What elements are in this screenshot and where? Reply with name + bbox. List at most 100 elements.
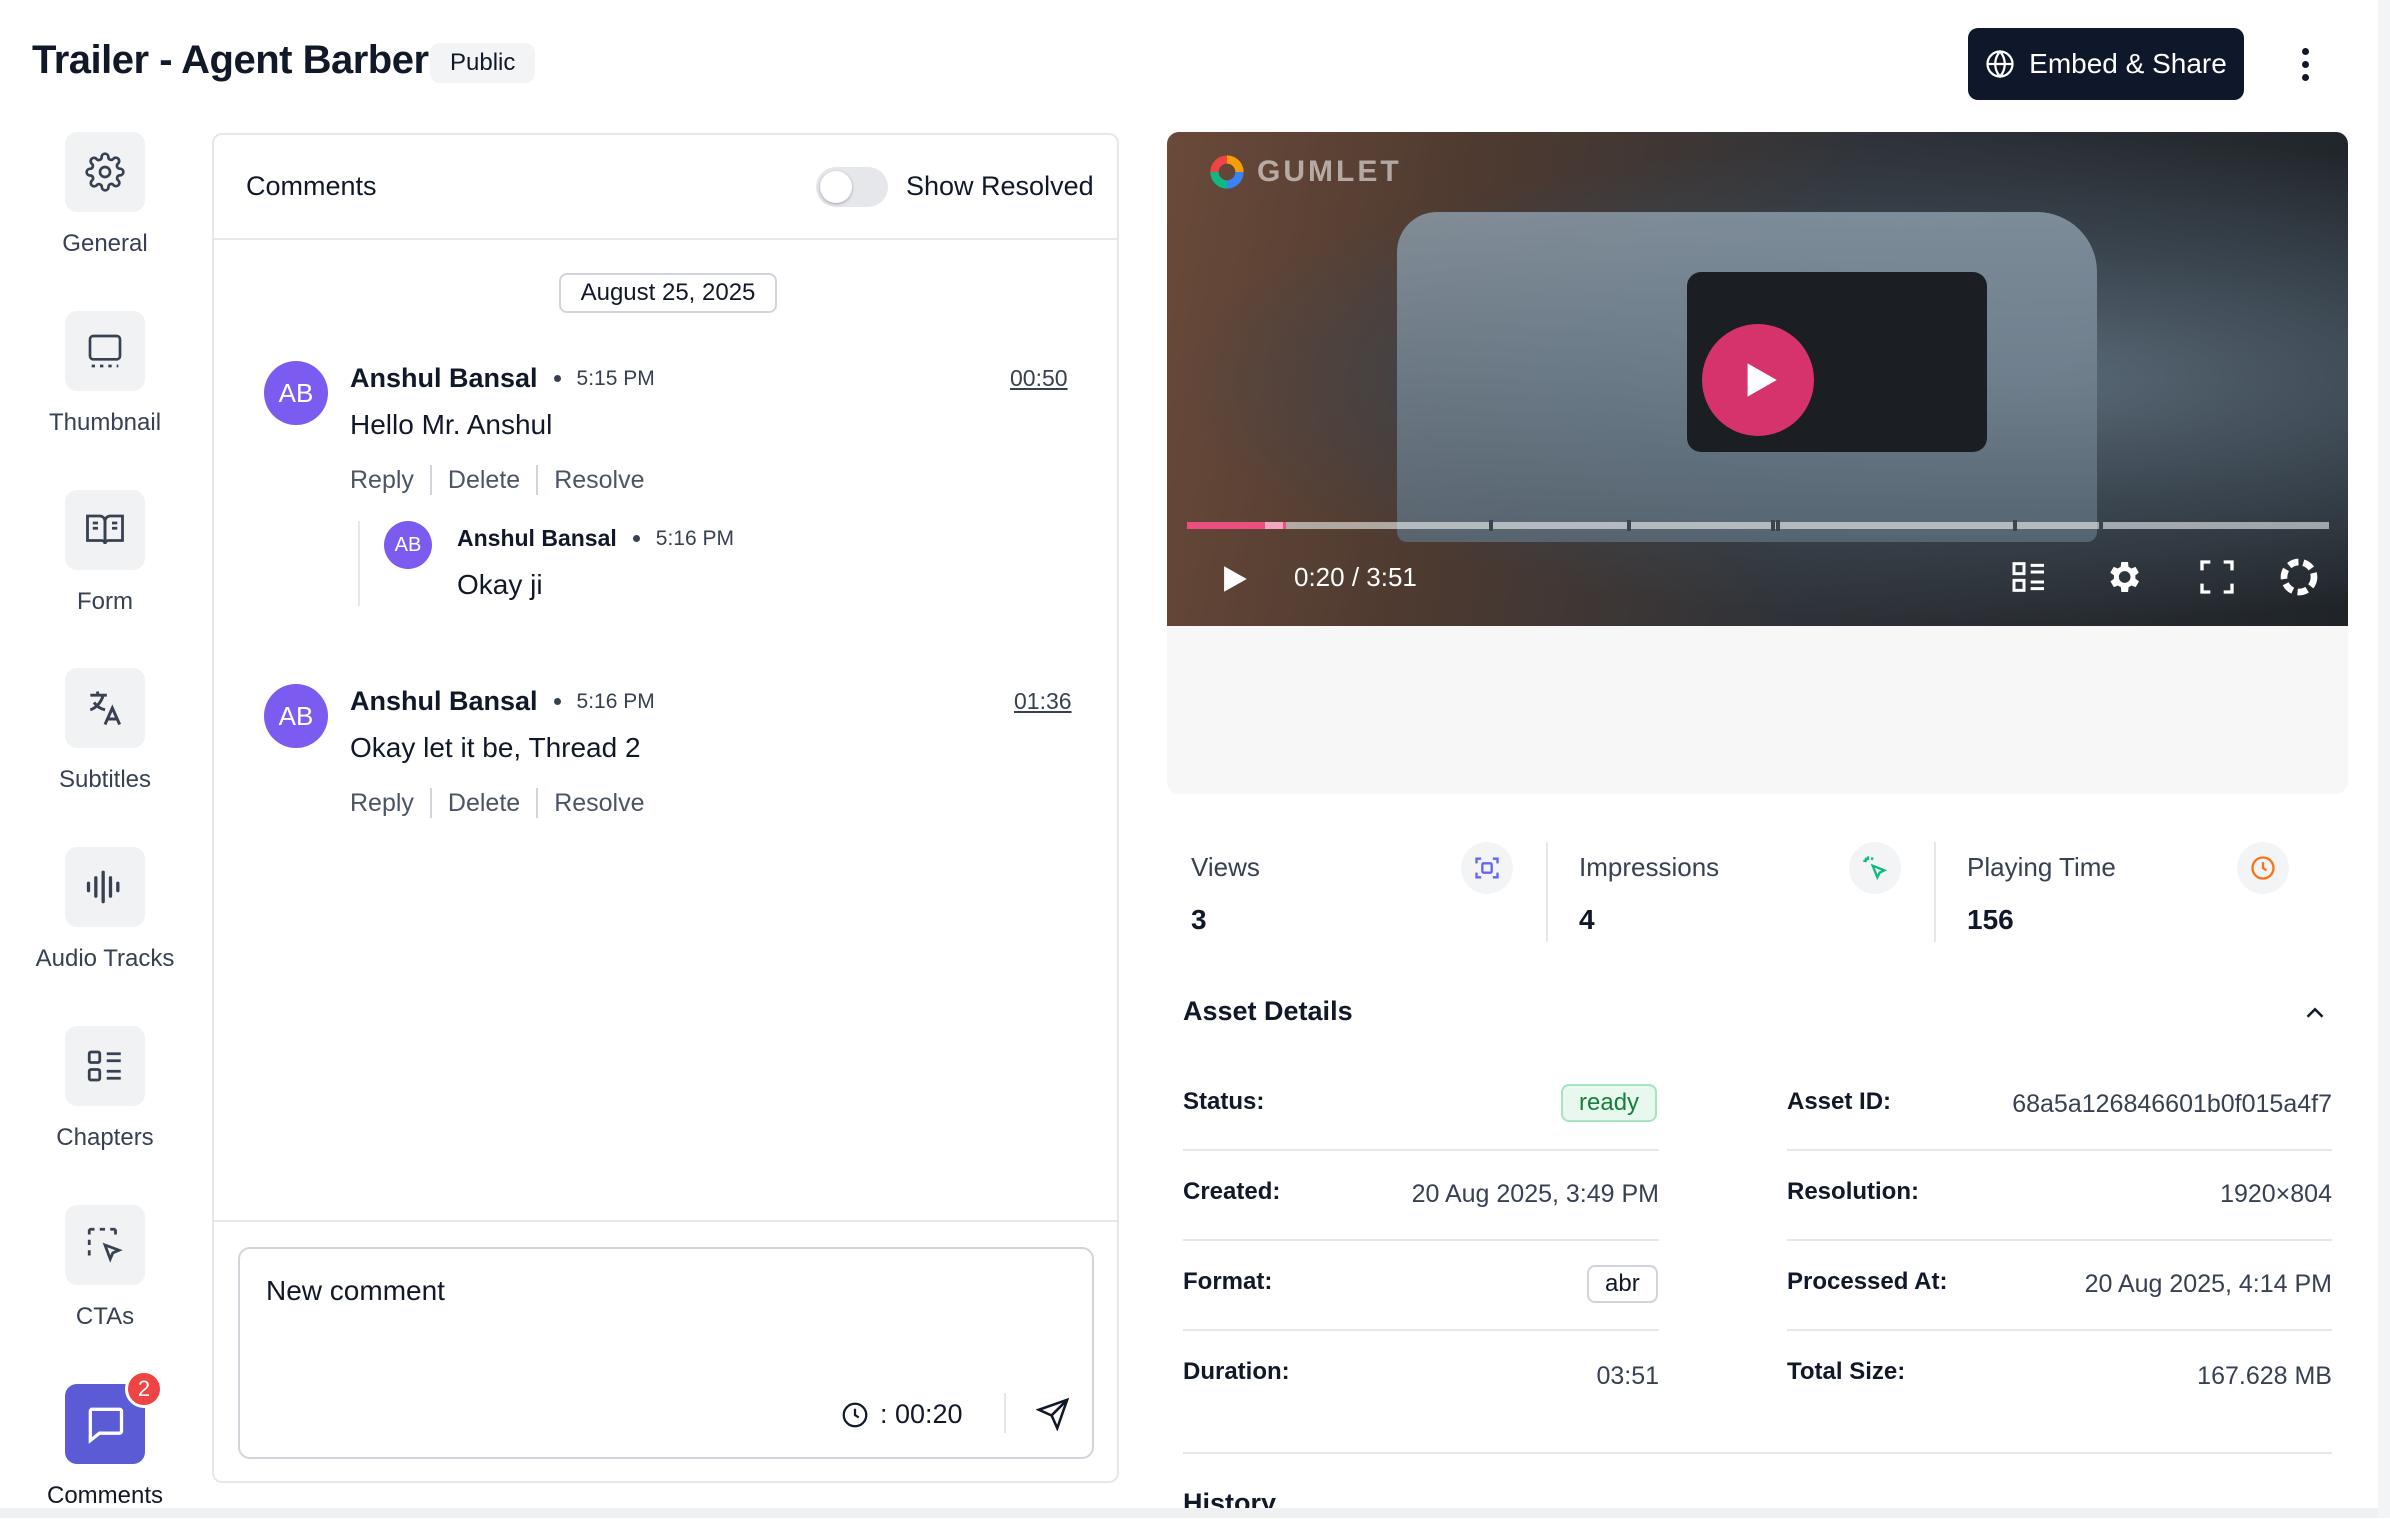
date-separator: August 25, 2025 [559, 273, 777, 313]
book-open-icon [65, 490, 145, 570]
avatar: AB [264, 361, 328, 425]
reply-text: Okay ji [457, 569, 543, 600]
progress-bar[interactable] [1187, 522, 2329, 529]
comment-meta: Anshul Bansal 5:16 PM [350, 686, 655, 717]
chevron-up-icon[interactable] [2300, 998, 2330, 1033]
sidebar-item-subtitles[interactable]: Subtitles [0, 668, 210, 794]
resolution-label: Resolution: [1787, 1178, 1919, 1205]
reply-button[interactable]: Reply [350, 466, 414, 495]
asset-details-title[interactable]: Asset Details [1183, 996, 1353, 1027]
avatar: AB [264, 684, 328, 748]
comment-meta: Anshul Bansal 5:15 PM [350, 363, 655, 394]
sparkle-cursor-icon [1849, 842, 1901, 894]
list-layout-icon [65, 1026, 145, 1106]
embed-share-label: Embed & Share [2029, 48, 2227, 79]
comments-title: Comments [246, 171, 377, 201]
comment-text: Okay let it be, Thread 2 [350, 732, 641, 763]
resolve-button[interactable]: Resolve [554, 789, 644, 818]
processed-at-label: Processed At: [1787, 1268, 1948, 1295]
show-resolved-toggle[interactable] [816, 167, 888, 207]
page-scrollbar[interactable] [2378, 0, 2390, 1518]
more-options-icon[interactable] [2290, 40, 2320, 88]
sidebar-item-thumbnail[interactable]: Thumbnail [0, 311, 210, 437]
created-value: 20 Aug 2025, 3:49 PM [1411, 1180, 1659, 1208]
comments-count-badge: 2 [125, 1370, 163, 1408]
comment-author: Anshul Bansal [350, 686, 538, 716]
comments-header: Comments Show Resolved [214, 135, 1117, 240]
delete-button[interactable]: Delete [448, 466, 520, 495]
gumlet-logo-icon [1210, 155, 1244, 189]
new-comment-box[interactable]: New comment : 00:20 [238, 1247, 1094, 1459]
comment-author: Anshul Bansal [350, 363, 538, 393]
total-size-value: 167.628 MB [2197, 1362, 2332, 1390]
sidebar-label: Form [77, 588, 133, 615]
settings-icon[interactable] [2103, 557, 2143, 602]
sidebar-label: General [62, 230, 148, 257]
resolution-value: 1920×804 [2220, 1180, 2332, 1208]
sidebar-item-form[interactable]: Form [0, 490, 210, 616]
monitor-icon [65, 311, 145, 391]
stat-playing-time: Playing Time 156 [1967, 842, 2327, 942]
play-icon[interactable] [1217, 560, 1251, 603]
format-badge: abr [1587, 1265, 1658, 1303]
comment-actions: Reply Delete Resolve [350, 465, 645, 495]
comments-panel: Comments Show Resolved August 25, 2025 A… [212, 133, 1119, 1483]
page-title: Trailer - Agent Barber [32, 38, 429, 82]
sidebar-item-general[interactable]: General [0, 132, 210, 258]
play-icon [1747, 363, 1777, 397]
chat-icon: 2 [65, 1370, 163, 1464]
player-watermark: GUMLET [1207, 152, 1402, 192]
total-size-label: Total Size: [1787, 1358, 1906, 1385]
status-badge: ready [1561, 1084, 1658, 1122]
processed-at-value: 20 Aug 2025, 4:14 PM [2084, 1270, 2332, 1298]
thread-line [358, 521, 360, 606]
clock-icon [842, 1402, 868, 1427]
scan-icon [1461, 842, 1513, 894]
created-label: Created: [1183, 1178, 1281, 1205]
reply-author: Anshul Bansal [457, 525, 617, 551]
sidebar-item-audio-tracks[interactable]: Audio Tracks [0, 847, 210, 973]
comment-time-selector[interactable]: : 00:20 [840, 1399, 963, 1430]
duration-value: 03:51 [1596, 1362, 1659, 1390]
sidebar-label: Comments [46, 1482, 164, 1509]
embed-share-button[interactable]: Embed & Share [1968, 28, 2244, 100]
stat-impressions: Impressions 4 [1579, 842, 1939, 942]
resolve-button[interactable]: Resolve [554, 466, 644, 495]
comment-timestamp-link[interactable]: 00:50 [1010, 365, 1068, 392]
comment-timestamp-link[interactable]: 01:36 [1014, 688, 1072, 715]
visibility-badge[interactable]: Public [430, 43, 536, 83]
cursor-select-icon [65, 1205, 145, 1285]
reply-meta: Anshul Bansal 5:16 PM [457, 525, 734, 552]
waveform-area [1167, 626, 2348, 794]
sidebar-item-ctas[interactable]: CTAs [0, 1205, 210, 1331]
comment-time: 5:16 PM [576, 689, 655, 713]
asset-id-value: 68a5a126846601b0f015a4f7 [2012, 1090, 2332, 1118]
sidebar-item-chapters[interactable]: Chapters [0, 1026, 210, 1152]
comment-text: Hello Mr. Anshul [350, 409, 553, 440]
duration-label: Duration: [1183, 1358, 1290, 1385]
sidebar-label: Thumbnail [48, 409, 162, 436]
format-label: Format: [1183, 1268, 1273, 1295]
delete-button[interactable]: Delete [448, 789, 520, 818]
sidebar-label: Chapters [56, 1124, 154, 1151]
send-icon[interactable] [1035, 1397, 1070, 1436]
play-overlay-button[interactable] [1702, 324, 1814, 436]
asset-id-label: Asset ID: [1787, 1088, 1892, 1115]
video-player[interactable]: GUMLET 0:20 / 3:51 [1167, 132, 2348, 626]
sidebar-item-comments[interactable]: 2 Comments [0, 1370, 210, 1510]
status-label: Status: [1183, 1088, 1265, 1115]
globe-icon [1986, 49, 2014, 79]
chapters-icon[interactable] [2009, 557, 2049, 602]
reply-button[interactable]: Reply [350, 789, 414, 818]
gear-icon [65, 132, 145, 212]
fullscreen-icon[interactable] [2197, 557, 2237, 602]
sidebar-label: Subtitles [58, 766, 152, 793]
stat-views: Views 3 [1191, 842, 1551, 942]
reply-time: 5:16 PM [655, 526, 734, 550]
sidebar-label: Audio Tracks [35, 945, 175, 972]
clock-icon [2237, 842, 2289, 894]
new-comment-input[interactable]: New comment [266, 1275, 445, 1307]
gumlet-brand-icon[interactable] [2279, 557, 2319, 602]
comment-actions: Reply Delete Resolve [350, 788, 645, 818]
sidebar-label: CTAs [75, 1303, 135, 1330]
